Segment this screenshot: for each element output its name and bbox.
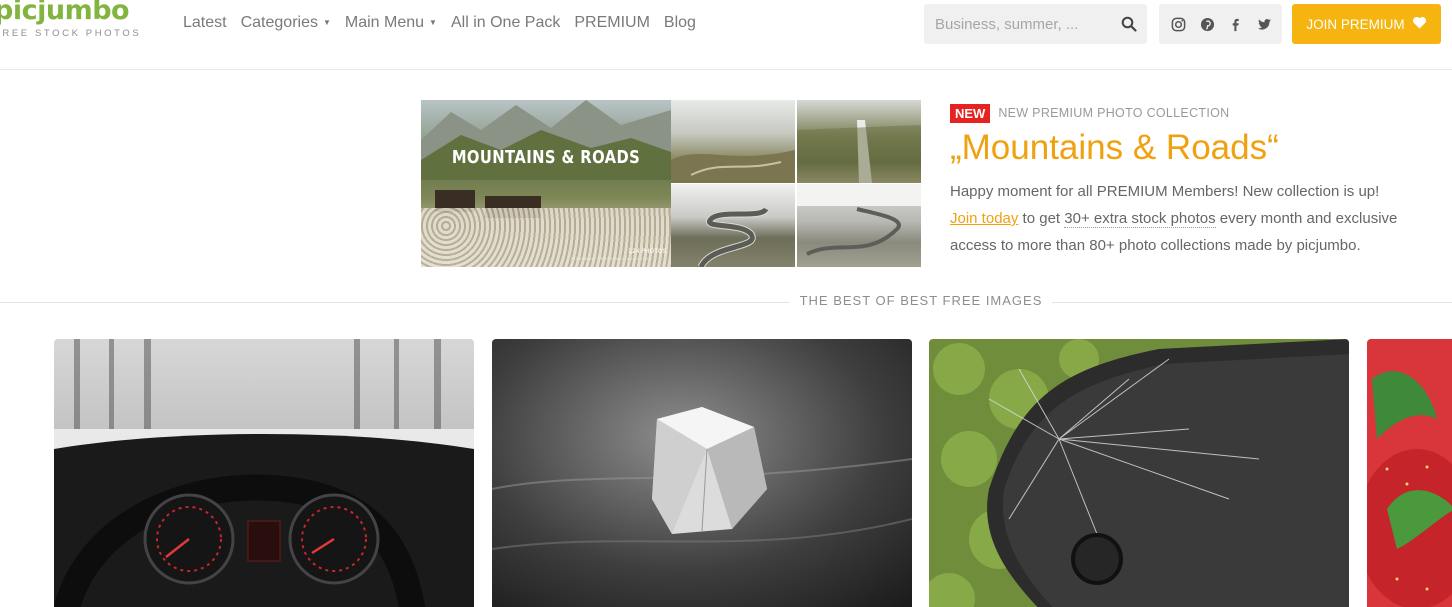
section-title: THE BEST OF BEST FREE IMAGES [790, 292, 1052, 310]
nav-item-main-menu[interactable]: Main Menu ▼ [345, 13, 437, 33]
instagram-icon[interactable] [1170, 16, 1186, 32]
section-divider-left [0, 302, 790, 303]
promo-desc-line-2: Join today to get 30+ extra stock photos… [950, 205, 1420, 232]
promo-desc-text: to get [1018, 210, 1065, 227]
promo-thumb-road-bends [797, 184, 921, 267]
logo-tagline: FREE STOCK PHOTOS [0, 28, 142, 39]
photo-card-diamond[interactable] [492, 339, 912, 607]
facebook-icon[interactable] [1227, 16, 1243, 32]
join-premium-label: JOIN PREMIUM [1306, 16, 1405, 32]
site-header: picjumbo FREE STOCK PHOTOS Latest Catego… [0, 0, 1452, 70]
promo-desc-text: every month and exclusive [1215, 210, 1398, 227]
search-box [924, 4, 1147, 44]
caret-down-icon: ▼ [429, 18, 437, 27]
new-badge: NEW [950, 103, 991, 123]
promo-thumb-serpentine [671, 184, 795, 267]
main-nav: Latest Categories ▼ Main Menu ▼ All in One… [183, 13, 710, 33]
promo-thumb-waterfall [797, 100, 921, 183]
nav-item-categories[interactable]: Categories ▼ [241, 13, 331, 33]
social-links [1159, 4, 1282, 44]
twitter-icon[interactable] [1256, 16, 1272, 32]
pinterest-icon[interactable] [1199, 16, 1215, 32]
search-input[interactable] [924, 4, 1114, 44]
site-logo[interactable]: picjumbo FREE STOCK PHOTOS [0, 0, 141, 39]
strawberries-image [1367, 339, 1452, 607]
promo-title[interactable]: „Mountains & Roads“ [950, 127, 1420, 169]
promo-image-subtitle: PICJUMBO PREMIUM COLLECTION [571, 256, 652, 261]
caret-down-icon: ▼ [322, 18, 331, 27]
collection-label: NEW PREMIUM PHOTO COLLECTION [998, 106, 1230, 120]
diamond-image [492, 339, 912, 607]
extra-photos-link[interactable]: 30+ extra stock photos [1064, 210, 1216, 228]
join-premium-button[interactable]: JOIN PREMIUM [1292, 4, 1441, 44]
nav-item-latest[interactable]: Latest [183, 13, 227, 33]
promo-gallery-grid[interactable] [671, 100, 921, 267]
promo-desc-line-1: Happy moment for all PREMIUM Members! Ne… [950, 183, 1380, 200]
section-divider-right [1052, 302, 1452, 303]
promo-thumb-fog-valley [671, 100, 795, 183]
car-dashboard-image [54, 339, 474, 607]
promo-text-block: NEW NEW PREMIUM PHOTO COLLECTION „Mounta… [950, 103, 1420, 259]
photo-card-car-dashboard[interactable] [54, 339, 474, 607]
logo-wordmark: picjumbo [0, 0, 130, 26]
promo-image-count: 124 PHOTOS [628, 248, 667, 255]
search-icon[interactable] [1121, 16, 1137, 32]
join-today-link[interactable]: Join today [950, 210, 1018, 227]
promo-description: Happy moment for all PREMIUM Members! Ne… [950, 178, 1420, 259]
photo-card-strawberries[interactable] [1367, 339, 1452, 607]
mountain-backdrop [421, 100, 671, 180]
nav-item-premium[interactable]: PREMIUM [574, 13, 650, 33]
nav-item-all-in-one-pack[interactable]: All in One Pack [451, 13, 560, 33]
promo-image-title: MOUNTAINS & ROADS [451, 147, 641, 168]
heart-icon [1412, 16, 1427, 32]
promo-cover-image[interactable]: MOUNTAINS & ROADS 124 PHOTOS PICJUMBO PR… [421, 100, 671, 267]
promo-badge-row: NEW NEW PREMIUM PHOTO COLLECTION [950, 103, 1420, 123]
nav-item-blog[interactable]: Blog [664, 13, 696, 33]
photo-card-cracked-phone[interactable] [929, 339, 1349, 607]
promo-desc-line-3: access to more than 80+ photo collection… [950, 237, 1361, 254]
cracked-phone-image [929, 339, 1349, 607]
